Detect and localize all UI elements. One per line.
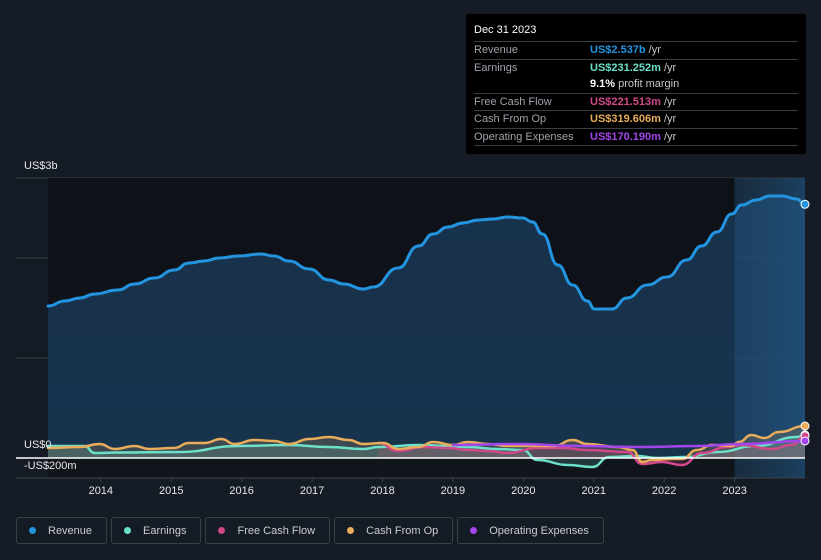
x-tick-label: 2017 <box>299 485 325 497</box>
tooltip-row-unit: /yr <box>648 44 661 56</box>
legend: Revenue Earnings Free Cash Flow Cash From O… <box>16 517 604 544</box>
legend-item-cash-from-op[interactable]: Cash From Op <box>334 517 454 544</box>
tooltip-row-value: US$221.513m <box>590 95 661 108</box>
tooltip-row-unit: profit margin <box>618 78 680 90</box>
x-tick-label: 2018 <box>370 485 395 497</box>
tooltip-row-unit: /yr <box>663 113 677 125</box>
legend-label: Earnings <box>143 524 187 537</box>
legend-item-operating-expenses[interactable]: Operating Expenses <box>457 517 604 544</box>
tooltip-row-value: US$231.252m <box>590 61 661 74</box>
tooltip-row-label: Operating Expenses <box>474 130 574 143</box>
legend-item-earnings[interactable]: Earnings <box>111 517 202 544</box>
x-tick-label: 2016 <box>229 485 254 497</box>
tooltip-row-label: Revenue <box>474 44 519 56</box>
y-label-bottom: -US$200m <box>24 460 77 472</box>
operating-expenses-end-marker <box>800 436 810 446</box>
tooltip-row: Revenue US$2.537b/yr <box>474 42 798 60</box>
x-axis <box>16 477 805 482</box>
revenue-end-marker <box>800 199 810 209</box>
legend-dot-icon <box>29 527 36 534</box>
legend-dot-icon <box>218 527 226 534</box>
tooltip-row-value: US$170.190m <box>590 130 661 143</box>
tooltip-date: Dec 31 2023 <box>474 24 798 42</box>
legend-label: Free Cash Flow <box>237 524 316 537</box>
tooltip-row-unit: /yr <box>663 130 677 143</box>
tooltip-row-label: Earnings <box>474 61 518 74</box>
x-tick-label: 2019 <box>440 485 466 497</box>
legend-dot-icon <box>470 527 478 534</box>
x-tick-label: 2014 <box>88 485 114 497</box>
x-tick-label: 2023 <box>722 485 747 497</box>
tooltip-row-label: Free Cash Flow <box>474 95 552 108</box>
x-tick-label: 2020 <box>511 485 536 497</box>
y-label-zero: US$0 <box>24 439 52 451</box>
x-tick-label: 2015 <box>158 485 184 497</box>
tooltip-row: Operating Expenses US$170.190m/yr <box>474 129 798 146</box>
cash-from-op-end-marker <box>800 421 810 431</box>
tooltip-row-label <box>474 76 590 93</box>
tooltip-row: Cash From Op US$319.606m/yr <box>474 111 798 129</box>
tooltip-row-value: 9.1% <box>590 78 616 90</box>
legend-dot-icon <box>347 527 355 534</box>
x-tick-label: 2021 <box>581 485 606 497</box>
legend-label: Revenue <box>48 524 93 537</box>
tooltip-row-unit: /yr <box>663 61 677 74</box>
tooltip-row: Free Cash Flow US$221.513m/yr <box>474 94 798 111</box>
legend-item-free-cash-flow[interactable]: Free Cash Flow <box>205 517 331 544</box>
tooltip-row-value: US$2.537b <box>590 44 646 56</box>
tooltip-row-label: Cash From Op <box>474 113 547 125</box>
tooltip-row: Earnings US$231.252m/yr <box>474 60 798 77</box>
tooltip-row: 9.1% profit margin <box>474 76 798 94</box>
x-tick-label: 2022 <box>651 485 677 497</box>
legend-label: Operating Expenses <box>489 524 589 537</box>
tooltip-row-value: US$319.606m <box>590 113 661 125</box>
tooltip: Dec 31 2023 Revenue US$2.537b/yr Earnings U… <box>466 14 806 154</box>
tooltip-row-unit: /yr <box>663 95 677 108</box>
legend-item-revenue[interactable]: Revenue <box>16 517 108 544</box>
legend-dot-icon <box>124 527 132 534</box>
legend-label: Cash From Op <box>366 524 439 537</box>
y-label-top: US$3b <box>24 160 58 172</box>
